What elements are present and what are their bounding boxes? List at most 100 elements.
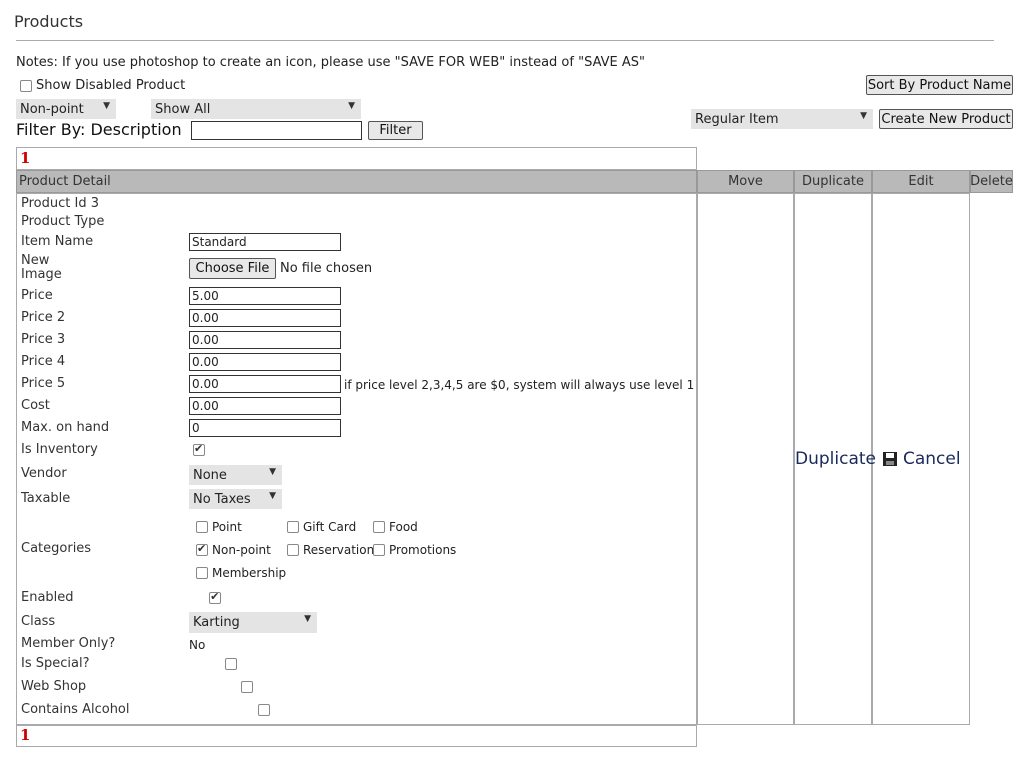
sort-by-name-button[interactable]: Sort By Product Name xyxy=(866,75,1013,95)
price4-label: Price 4 xyxy=(21,354,66,369)
contains-alcohol-label: Contains Alcohol xyxy=(21,702,130,717)
chevron-down-icon: ▼ xyxy=(103,101,110,111)
show-disabled-label: Show Disabled Product xyxy=(36,78,186,93)
filter-by-text: Filter By: xyxy=(16,120,86,139)
chevron-down-icon: ▼ xyxy=(269,467,276,477)
show-select[interactable]: Show All ▼ xyxy=(151,99,361,119)
categories-label: Categories xyxy=(21,541,92,556)
category-gift-card-checkbox[interactable] xyxy=(287,521,299,533)
is-inventory-checkbox[interactable] xyxy=(193,442,205,456)
vendor-label: Vendor xyxy=(21,466,67,481)
class-label: Class xyxy=(21,614,56,629)
header-delete: Delete xyxy=(970,170,1013,193)
new-image-label-line1: New xyxy=(21,253,50,268)
category-point-checkbox[interactable] xyxy=(196,521,208,533)
category-gift-card[interactable]: Gift Card xyxy=(287,520,356,534)
show-select-value: Show All xyxy=(155,101,211,117)
chevron-down-icon: ▼ xyxy=(304,614,311,624)
pager-top: 1 xyxy=(16,147,697,170)
category-non-point-label: Non-point xyxy=(212,543,271,557)
filter-input[interactable] xyxy=(191,121,362,140)
chevron-down-icon: ▼ xyxy=(860,111,867,121)
max-on-hand-input[interactable]: 0 xyxy=(189,419,341,437)
category-non-point-checkbox[interactable] xyxy=(196,542,208,556)
duplicate-link[interactable]: Duplicate xyxy=(795,449,876,469)
header-duplicate: Duplicate xyxy=(794,170,872,193)
taxable-label: Taxable xyxy=(21,491,71,506)
pager-bottom: 1 xyxy=(16,725,697,747)
vendor-value: None xyxy=(193,467,227,483)
cancel-label: Cancel xyxy=(903,449,961,469)
price5-label: Price 5 xyxy=(21,376,66,391)
is-special-checkbox[interactable] xyxy=(225,658,238,670)
category-promotions[interactable]: Promotions xyxy=(373,543,456,557)
category-food[interactable]: Food xyxy=(373,520,418,534)
title-divider xyxy=(16,40,994,41)
category-gift-card-label: Gift Card xyxy=(303,520,357,534)
filter-by-label: Filter By: Description xyxy=(16,120,182,139)
price4-input[interactable]: 0.00 xyxy=(189,353,341,371)
category-point[interactable]: Point xyxy=(196,520,242,534)
show-disabled-checkbox[interactable] xyxy=(20,79,32,92)
max-on-hand-label: Max. on hand xyxy=(21,420,110,435)
show-disabled-toggle[interactable]: Show Disabled Product xyxy=(20,78,185,93)
price3-label: Price 3 xyxy=(21,332,66,347)
category-membership[interactable]: Membership xyxy=(196,566,286,580)
create-product-button[interactable]: Create New Product xyxy=(879,109,1013,129)
item-name-label: Item Name xyxy=(21,234,94,249)
category-non-point[interactable]: Non-point xyxy=(196,542,271,557)
is-special-label: Is Special? xyxy=(21,656,90,671)
category-reservation-label: Reservation xyxy=(303,543,375,557)
category-promotions-label: Promotions xyxy=(389,543,457,557)
choose-file-button[interactable]: Choose File xyxy=(189,258,276,279)
category-point-label: Point xyxy=(212,520,242,534)
category-membership-checkbox[interactable] xyxy=(196,567,208,579)
category-reservation-checkbox[interactable] xyxy=(287,544,299,556)
page-title: Products xyxy=(14,12,84,31)
taxable-select[interactable]: No Taxes ▼ xyxy=(189,489,282,509)
member-only-value: No xyxy=(189,638,206,652)
price3-input[interactable]: 0.00 xyxy=(189,331,341,349)
item-name-input[interactable]: Standard xyxy=(189,233,341,251)
new-image-label: New Image xyxy=(21,254,62,282)
price-label: Price xyxy=(21,288,53,303)
enabled-checkbox[interactable] xyxy=(209,590,222,604)
product-id: Product Id 3 xyxy=(21,196,99,211)
class-value: Karting xyxy=(193,615,240,630)
product-type-label: Product Type xyxy=(21,214,105,229)
category-food-checkbox[interactable] xyxy=(373,521,385,533)
class-select[interactable]: Karting ▼ xyxy=(189,612,317,633)
price2-input[interactable]: 0.00 xyxy=(189,309,341,327)
price-input[interactable]: 5.00 xyxy=(189,287,341,305)
point-select-value: Non-point xyxy=(20,101,84,117)
point-select[interactable]: Non-point ▼ xyxy=(16,99,116,119)
web-shop-checkbox[interactable] xyxy=(241,681,254,693)
category-reservation[interactable]: Reservation xyxy=(287,543,374,557)
member-only-label: Member Only? xyxy=(21,636,116,651)
price2-label: Price 2 xyxy=(21,310,66,325)
header-product-detail: Product Detail xyxy=(16,170,697,193)
no-file-text: No file chosen xyxy=(280,261,373,276)
is-inventory-label: Is Inventory xyxy=(21,442,98,457)
save-icon xyxy=(883,452,897,466)
header-edit: Edit xyxy=(872,170,970,193)
filter-field-text: Description xyxy=(90,120,182,139)
pager-page-link[interactable]: 1 xyxy=(20,149,30,167)
filter-button[interactable]: Filter xyxy=(368,121,423,140)
cost-label: Cost xyxy=(21,398,50,413)
taxable-value: No Taxes xyxy=(193,491,251,507)
pager-page-link-bottom[interactable]: 1 xyxy=(20,726,30,744)
cancel-link[interactable]: Cancel xyxy=(883,449,961,469)
enabled-label: Enabled xyxy=(21,590,74,605)
price-level-note: if price level 2,3,4,5 are $0, system wi… xyxy=(344,378,695,392)
notes-text: Notes: If you use photoshop to create an… xyxy=(16,55,645,70)
category-promotions-checkbox[interactable] xyxy=(373,544,385,556)
price5-input[interactable]: 0.00 xyxy=(189,375,341,393)
chevron-down-icon: ▼ xyxy=(269,491,276,501)
item-type-select[interactable]: Regular Item ▼ xyxy=(691,109,873,129)
vendor-select[interactable]: None ▼ xyxy=(189,465,282,485)
category-food-label: Food xyxy=(389,520,418,534)
cost-input[interactable]: 0.00 xyxy=(189,397,341,415)
web-shop-label: Web Shop xyxy=(21,679,87,694)
contains-alcohol-checkbox[interactable] xyxy=(257,704,270,716)
